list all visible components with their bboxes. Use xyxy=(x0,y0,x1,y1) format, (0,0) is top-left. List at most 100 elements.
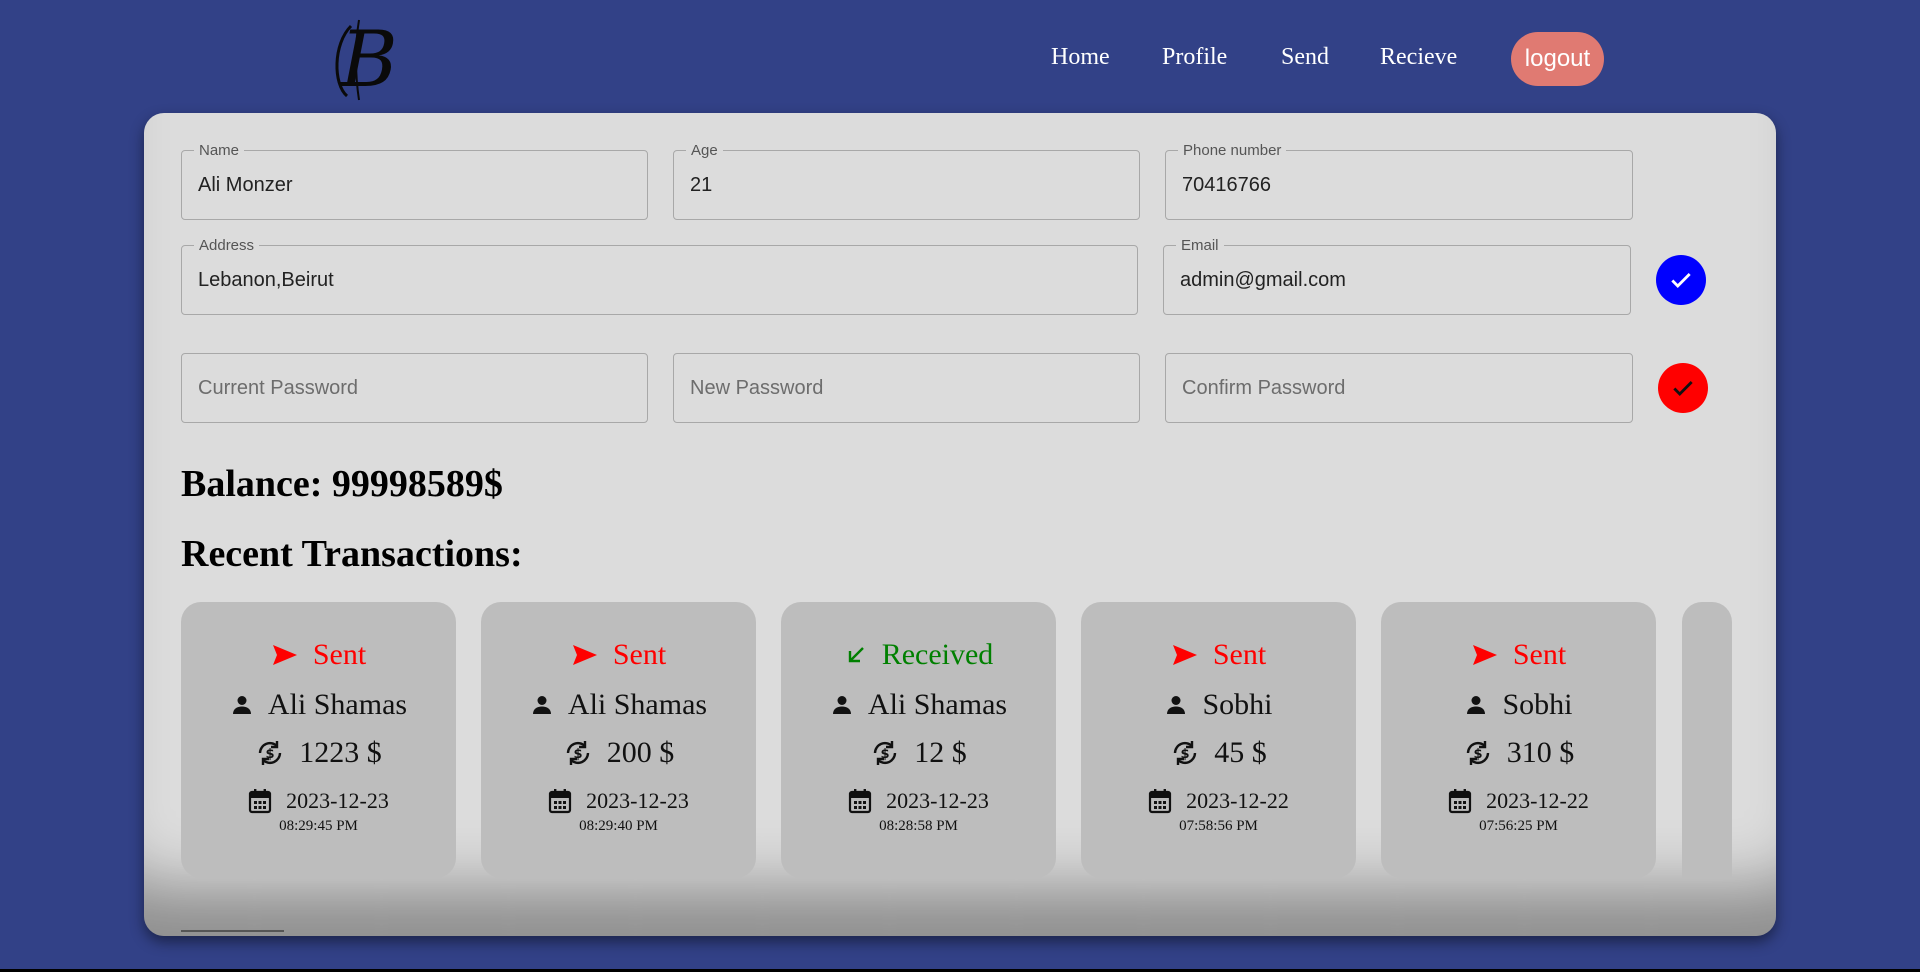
age-value[interactable]: 21 xyxy=(690,174,712,197)
phone-label: Phone number xyxy=(1178,142,1287,159)
address-label: Address xyxy=(194,237,260,254)
age-label: Age xyxy=(686,142,723,159)
transaction-amount: 1223 $ xyxy=(299,736,382,769)
email-field[interactable]: Email admin@gmail.com xyxy=(1163,237,1631,315)
transaction-time: 08:28:58 PM xyxy=(879,818,958,834)
transaction-party: Sobhi xyxy=(1202,688,1273,721)
transaction-type: Sent xyxy=(1212,638,1267,671)
svg-text:$: $ xyxy=(1181,747,1190,762)
recent-transactions-heading: Recent Transactions: xyxy=(181,533,523,575)
svg-text:$: $ xyxy=(573,747,582,762)
transaction-amount-row: $12 $ xyxy=(781,736,1056,770)
top-nav: Home Profile Send Recieve logout xyxy=(0,32,1920,86)
calendar-icon xyxy=(1148,788,1172,814)
new-password-placeholder: New Password xyxy=(690,377,824,399)
transaction-type: Sent xyxy=(312,638,367,671)
phone-value[interactable]: 70416766 xyxy=(1182,174,1271,197)
calendar-icon xyxy=(248,788,272,814)
email-label: Email xyxy=(1176,237,1224,254)
transaction-date-row: 2023-12-23 xyxy=(781,788,1056,814)
nav-home[interactable]: Home xyxy=(1051,44,1110,71)
transaction-card[interactable]: Received Ali Shamas $12 $ 2023-12-23 08:28:5… xyxy=(781,602,1056,878)
transaction-type: Received xyxy=(881,638,994,671)
confirm-password-field[interactable]: Confirm Password xyxy=(1165,353,1633,423)
transaction-type-row: Sent xyxy=(1381,638,1656,672)
transaction-party: Ali Shamas xyxy=(567,688,708,721)
transaction-date: 2023-12-22 xyxy=(1186,788,1289,813)
currency-exchange-icon: $ xyxy=(563,738,593,768)
profile-panel: Name Ali Monzer Age 21 Phone number 7041… xyxy=(144,113,1776,936)
person-icon xyxy=(230,693,254,717)
transaction-amount: 200 $ xyxy=(606,736,675,769)
name-field[interactable]: Name Ali Monzer xyxy=(181,142,648,220)
save-password-button[interactable] xyxy=(1658,363,1708,413)
phone-field[interactable]: Phone number 70416766 xyxy=(1165,142,1633,220)
logout-button[interactable]: logout xyxy=(1511,32,1604,86)
person-icon xyxy=(1464,693,1488,717)
transaction-party-row: Ali Shamas xyxy=(181,688,456,722)
transaction-date: 2023-12-23 xyxy=(886,788,989,813)
send-icon xyxy=(271,643,299,667)
transaction-date-row: 2023-12-23 xyxy=(481,788,756,814)
transaction-type: Sent xyxy=(612,638,667,671)
currency-exchange-icon: $ xyxy=(1463,738,1493,768)
currency-exchange-icon: $ xyxy=(1170,738,1200,768)
address-value[interactable]: Lebanon,Beirut xyxy=(198,269,334,292)
transaction-amount-row: $1223 $ xyxy=(181,736,456,770)
transaction-date-row: 2023-12-22 xyxy=(1381,788,1656,814)
svg-text:$: $ xyxy=(1473,747,1482,762)
transaction-date: 2023-12-22 xyxy=(1486,788,1589,813)
transaction-time: 08:29:45 PM xyxy=(279,818,358,834)
currency-exchange-icon: $ xyxy=(870,738,900,768)
nav-send[interactable]: Send xyxy=(1281,44,1329,71)
transaction-amount-row: $200 $ xyxy=(481,736,756,770)
transaction-type-row: Sent xyxy=(181,638,456,672)
transaction-party-row: Ali Shamas xyxy=(781,688,1056,722)
send-icon xyxy=(1171,643,1199,667)
address-field[interactable]: Address Lebanon,Beirut xyxy=(181,237,1138,315)
current-password-field[interactable]: Current Password xyxy=(181,353,648,423)
transaction-amount: 12 $ xyxy=(914,736,967,769)
svg-text:$: $ xyxy=(266,747,275,762)
transaction-party-row: Sobhi xyxy=(1381,688,1656,722)
svg-text:$: $ xyxy=(881,747,890,762)
transaction-amount-row: $45 $ xyxy=(1081,736,1356,770)
transaction-card[interactable]: Sent Ali Shamas $1223 $ 2023-12-23 08:29:45 … xyxy=(181,602,456,878)
current-password-placeholder: Current Password xyxy=(198,377,359,399)
check-icon xyxy=(1673,381,1693,396)
transaction-party: Ali Shamas xyxy=(267,688,408,721)
nav-profile[interactable]: Profile xyxy=(1162,44,1227,71)
save-profile-button[interactable] xyxy=(1656,255,1706,305)
person-icon xyxy=(1164,693,1188,717)
calendar-icon xyxy=(548,788,572,814)
transaction-date-row: 2023-12-22 xyxy=(1081,788,1356,814)
email-value[interactable]: admin@gmail.com xyxy=(1180,269,1346,292)
transaction-date-row: 2023-12-23 xyxy=(181,788,456,814)
transaction-type: Sent xyxy=(1512,638,1567,671)
transaction-time: 07:56:25 PM xyxy=(1479,818,1558,834)
transaction-party-row: Ali Shamas xyxy=(481,688,756,722)
transaction-amount: 45 $ xyxy=(1214,736,1267,769)
transaction-type-row: Sent xyxy=(481,638,756,672)
name-value[interactable]: Ali Monzer xyxy=(198,174,292,197)
transaction-card[interactable]: Sent Sobhi $310 $ 2023-12-22 07:56:25 PM xyxy=(1381,602,1656,878)
transaction-card[interactable]: Sent Ali Shamas $200 $ 2023-12-23 08:29:40 P… xyxy=(481,602,756,878)
transaction-type-row: Sent xyxy=(1081,638,1356,672)
nav-recieve[interactable]: Recieve xyxy=(1380,44,1457,71)
person-icon xyxy=(830,693,854,717)
transaction-party: Sobhi xyxy=(1502,688,1573,721)
transaction-party-row: Sobhi xyxy=(1081,688,1356,722)
person-icon xyxy=(530,693,554,717)
transaction-date: 2023-12-23 xyxy=(586,788,689,813)
balance-heading: Balance: 99998589$ xyxy=(181,463,503,505)
age-field[interactable]: Age 21 xyxy=(673,142,1140,220)
confirm-password-placeholder: Confirm Password xyxy=(1182,377,1346,399)
transaction-time: 08:29:40 PM xyxy=(579,818,658,834)
transaction-type-row: Received xyxy=(781,638,1056,672)
send-icon xyxy=(1471,643,1499,667)
scrollbar-thumb[interactable] xyxy=(181,930,284,932)
transaction-time: 07:58:56 PM xyxy=(1179,818,1258,834)
send-icon xyxy=(571,643,599,667)
transaction-card[interactable]: Sent Sobhi $45 $ 2023-12-22 07:58:56 PM xyxy=(1081,602,1356,878)
new-password-field[interactable]: New Password xyxy=(673,353,1140,423)
